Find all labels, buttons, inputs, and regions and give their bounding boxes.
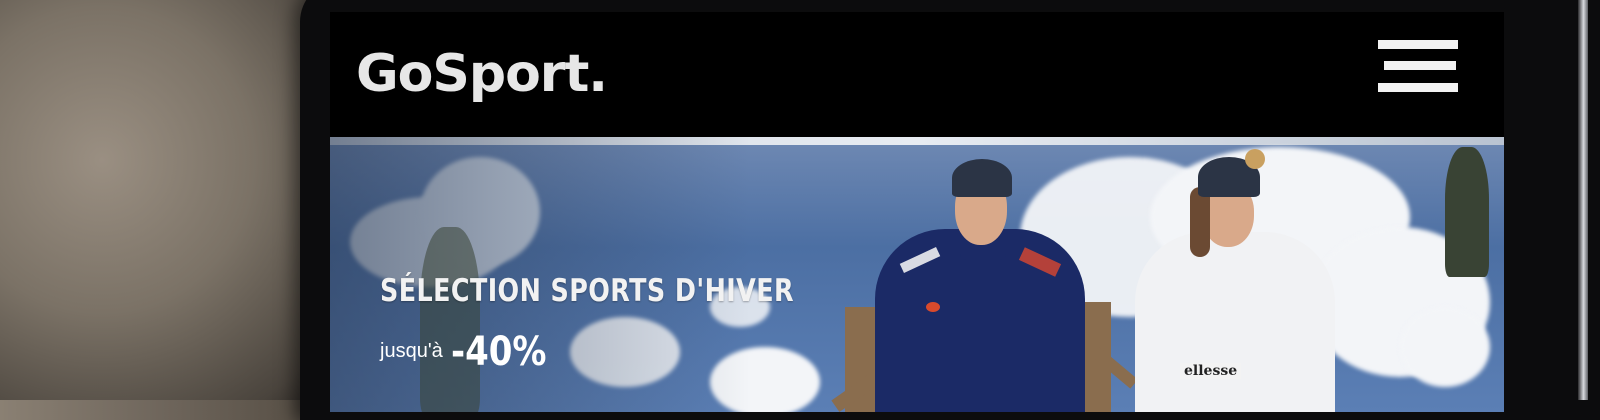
tree (420, 227, 480, 412)
discount-value: -40% (451, 329, 547, 375)
tree (1445, 147, 1489, 277)
hero-headline: SÉLECTION SPORTS D'HIVER (380, 273, 794, 309)
discount-prefix: jusqu'à (380, 340, 443, 362)
gosport-logo[interactable]: GoSport. (356, 44, 608, 104)
tablet-edge (1578, 0, 1588, 400)
site-header: GoSport. (330, 12, 1504, 137)
tablet-screen: GoSport. ellesse SÉLECTION SPORTS D'HIVE… (330, 12, 1504, 412)
hamburger-menu-icon[interactable] (1378, 40, 1462, 100)
ellesse-logo: ellesse (1180, 363, 1242, 379)
blurred-background (0, 0, 340, 400)
hero-banner[interactable]: ellesse SÉLECTION SPORTS D'HIVER jusqu'à… (330, 137, 1504, 412)
discount-text: jusqu'à -40% (380, 329, 564, 375)
cloud (1400, 307, 1490, 387)
